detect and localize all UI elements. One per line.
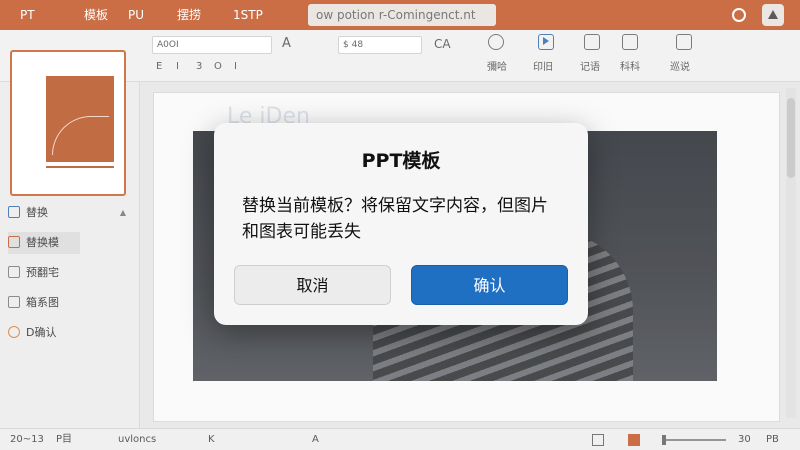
dialog-title: PPT模板 bbox=[361, 150, 441, 172]
confirm-dialog: PPT模板 替换当前模板？将保留文字内容，但图片和图表可能丢失 取消 确认 bbox=[214, 123, 588, 325]
dialog-message: 替换当前模板？将保留文字内容，但图片和图表可能丢失 bbox=[242, 196, 548, 242]
confirm-button[interactable]: 确认 bbox=[411, 265, 568, 305]
cancel-button[interactable]: 取消 bbox=[234, 265, 391, 305]
